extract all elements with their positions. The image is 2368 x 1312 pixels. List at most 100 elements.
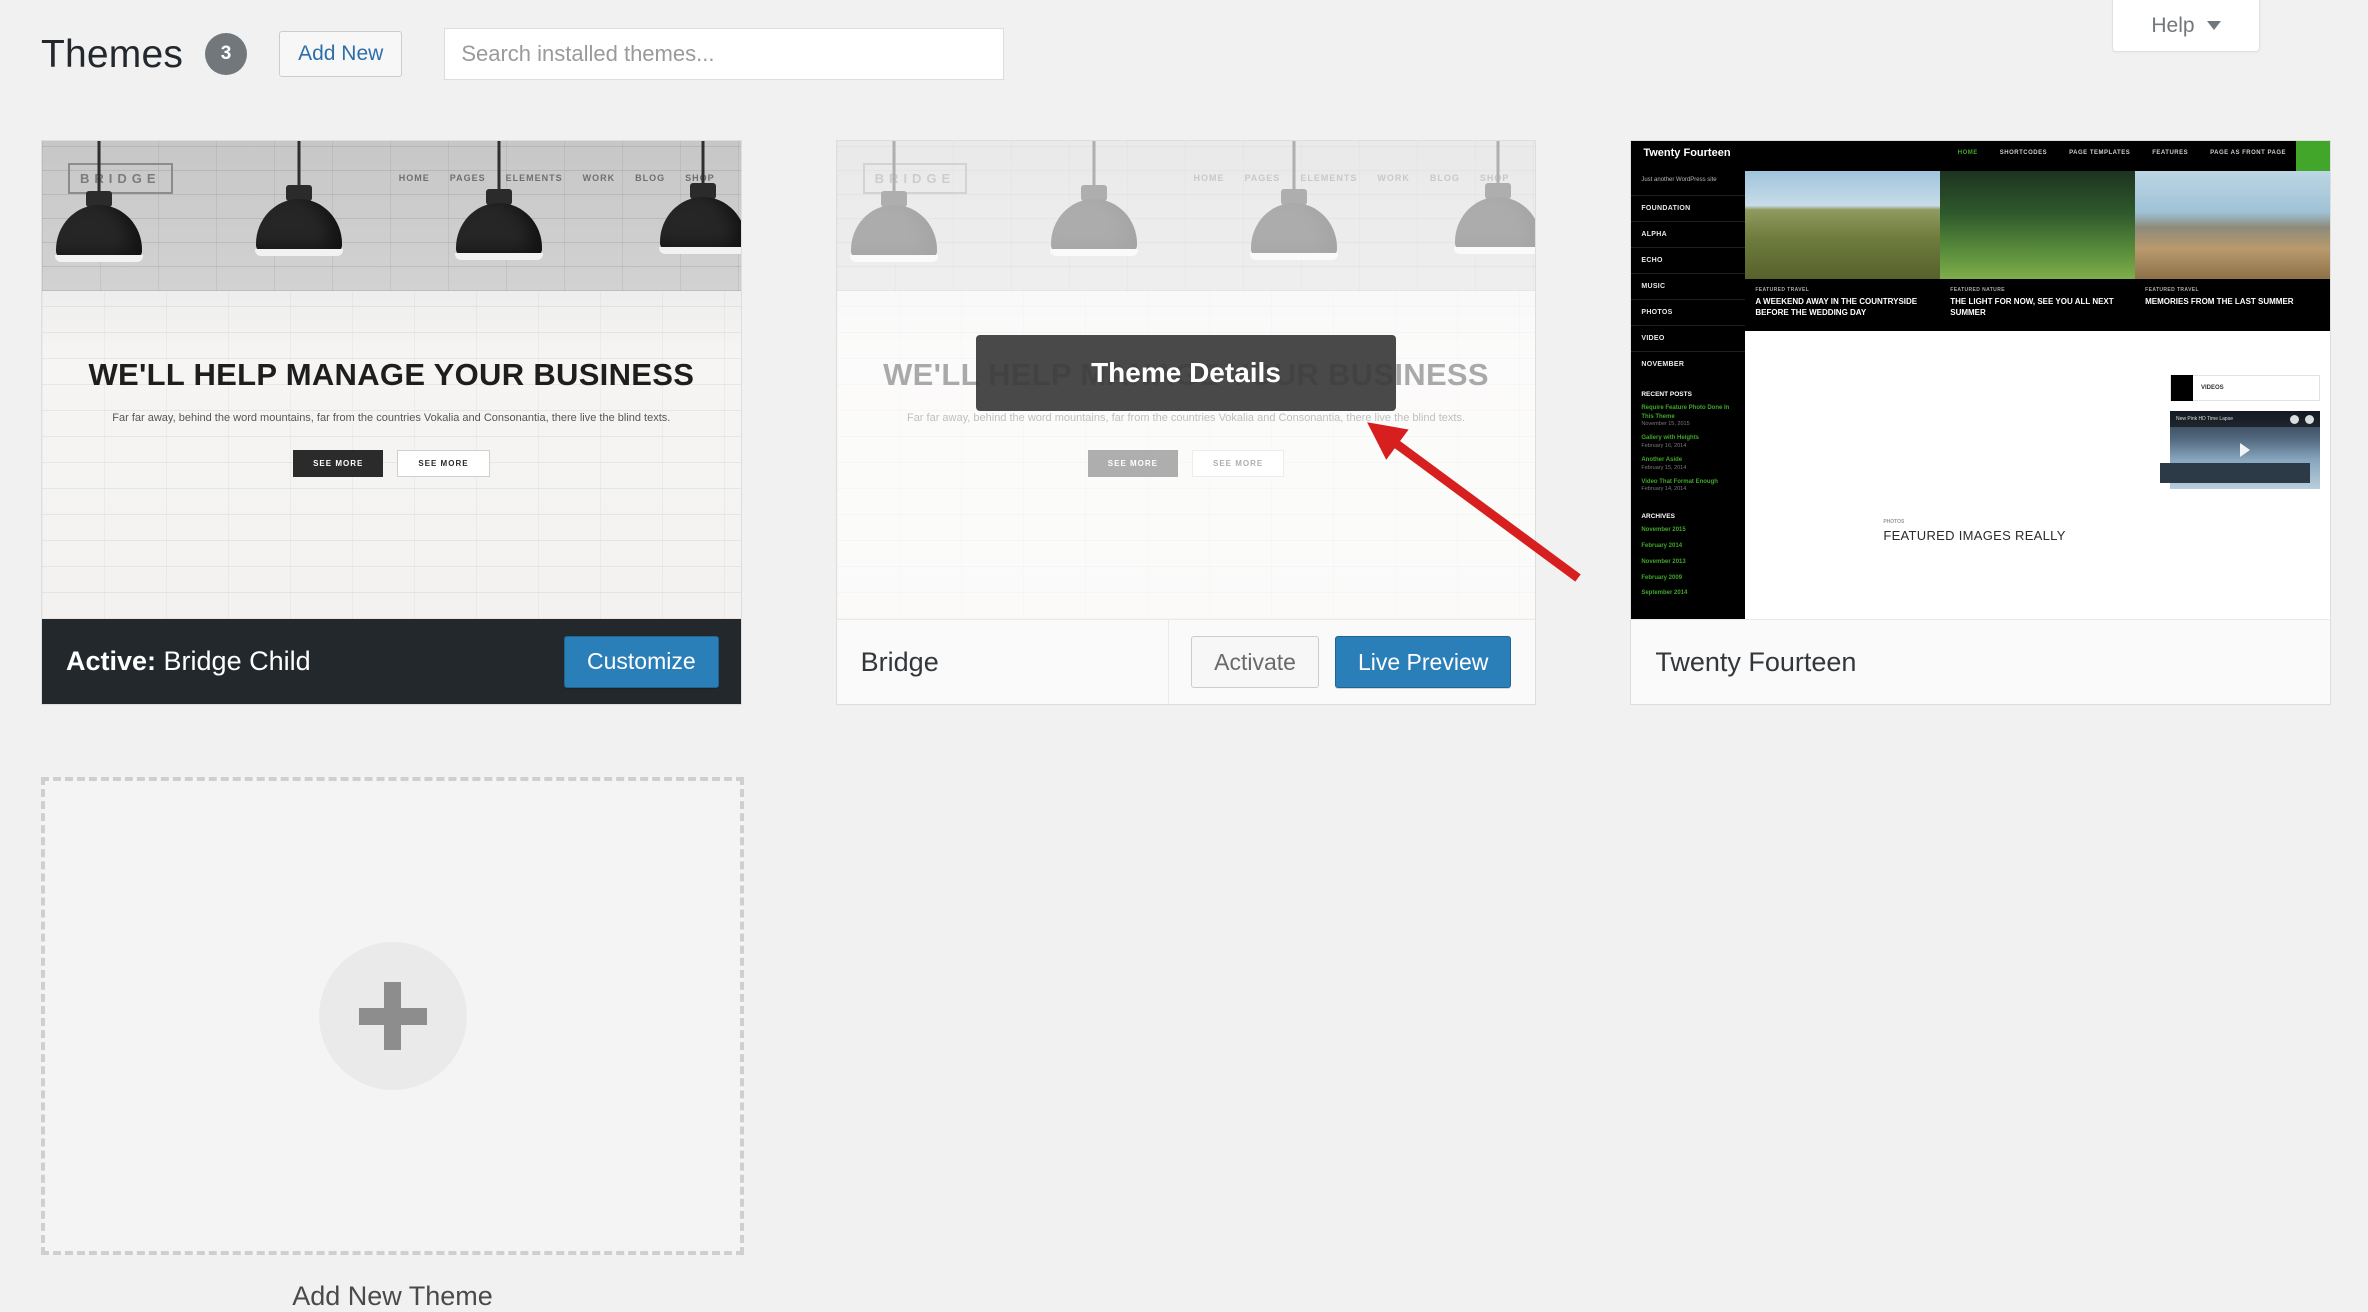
tf-menu-item: SHORTCODES xyxy=(1999,150,2048,156)
theme-card-bridge-child[interactable]: BRIDGE HOME PAGES ELEMENTS WORK BLOG SHO… xyxy=(41,140,742,705)
tf-post-title: Video That Format Enough xyxy=(1641,478,1718,485)
tf-featured-post: FEATURED TRAVEL MEMORIES FROM THE LAST S… xyxy=(2135,171,2331,331)
theme-name: Twenty Fourteen xyxy=(1655,646,1857,677)
add-new-theme-card[interactable] xyxy=(41,777,744,1255)
tf-videos-label: VIDEOS xyxy=(2201,385,2224,391)
tf-archive-item: February 2014 xyxy=(1641,543,1683,550)
theme-screenshot[interactable]: BRIDGE HOME PAGES ELEMENTS WORK BLOG SHO… xyxy=(42,141,741,619)
tf-archive-item: November 2015 xyxy=(1641,527,1686,534)
nav-item: HOME xyxy=(398,173,430,183)
hero-headline: WE'LL HELP MANAGE YOUR BUSINESS xyxy=(88,357,695,392)
tf-hero-caption: PHOTOS FEATURED IMAGES REALLY xyxy=(1873,511,2321,551)
tf-menu-item: FEATURES xyxy=(2152,150,2189,156)
nav-item: WORK xyxy=(1377,173,1410,183)
bridge-logo: BRIDGE xyxy=(68,163,173,194)
tf-featured-image xyxy=(1745,171,1941,279)
tf-post-date: November 15, 2015 xyxy=(1641,421,1690,428)
tf-hero-kind: PHOTOS xyxy=(1883,519,1905,525)
tf-featured-post: FEATURED NATURE THE LIGHT FOR NOW, SEE Y… xyxy=(1940,171,2136,331)
tf-tagline: Just another WordPress site xyxy=(1641,177,1717,183)
nav-item: WORK xyxy=(582,173,616,183)
tf-post-title: Another Aside xyxy=(1641,457,1683,464)
tf-nav-item: NOVEMBER xyxy=(1631,351,1746,377)
theme-card-footer: Active: Bridge Child Customize xyxy=(42,619,741,704)
theme-screenshot[interactable]: BRIDGE HOME PAGES ELEMENTS WORK BLOG SHO… xyxy=(836,141,1536,619)
theme-name: Active: Bridge Child xyxy=(66,646,311,677)
customize-button[interactable]: Customize xyxy=(564,635,719,688)
hero-buttons: SEE MORE SEE MORE xyxy=(837,449,1536,477)
theme-screenshot[interactable]: Twenty Fourteen HOME SHORTCODES PAGE TEM… xyxy=(1631,141,2331,619)
hero-button-primary: SEE MORE xyxy=(1087,449,1178,477)
tf-nav-item: ECHO xyxy=(1631,247,1746,273)
nav-item: PAGES xyxy=(449,173,486,183)
active-label: Active: xyxy=(66,646,157,676)
tf-menu-item: PAGE TEMPLATES xyxy=(2069,150,2131,156)
tf-archive-item: November 2013 xyxy=(1641,558,1686,565)
tf-video-title: New Pink HD Time Lapse xyxy=(2176,416,2233,422)
tf-menu-item: HOME xyxy=(1957,150,1978,156)
tf-nav-item: ALPHA xyxy=(1631,221,1746,247)
theme-card-actions: Activate Live Preview xyxy=(1168,620,1512,704)
nav-item: PAGES xyxy=(1244,173,1281,183)
bridge-hero: WE'LL HELP MANAGE YOUR BUSINESS Far far … xyxy=(42,357,741,477)
nav-item: BLOG xyxy=(1429,173,1460,183)
tf-post-title: Gallery with Heights xyxy=(1641,435,1700,442)
tf-featured-image xyxy=(2135,171,2331,279)
tf-featured-image xyxy=(1940,171,2136,279)
plus-icon xyxy=(318,942,467,1090)
tf-recent-posts-title: RECENT POSTS xyxy=(1641,391,1692,398)
theme-card-twenty-fourteen[interactable]: Twenty Fourteen HOME SHORTCODES PAGE TEM… xyxy=(1630,140,2332,705)
add-new-button[interactable]: Add New xyxy=(279,31,403,77)
tf-menu: HOME SHORTCODES PAGE TEMPLATES FEATURES … xyxy=(1958,150,2286,156)
tf-brand: Twenty Fourteen xyxy=(1643,147,1731,159)
twentyfourteen-mock: Twenty Fourteen HOME SHORTCODES PAGE TEM… xyxy=(1631,141,2331,619)
tf-sidebar: Just another WordPress site FOUNDATION A… xyxy=(1631,171,1746,619)
tf-nav-item: PHOTOS xyxy=(1631,299,1746,325)
tf-featured-title: A WEEKEND AWAY IN THE COUNTRYSIDE BEFORE… xyxy=(1755,297,1918,318)
tf-post-date: February 15, 2014 xyxy=(1641,464,1687,471)
tf-nav-item: VIDEO xyxy=(1631,325,1746,351)
theme-card-bridge[interactable]: BRIDGE HOME PAGES ELEMENTS WORK BLOG SHO… xyxy=(835,140,1537,705)
tf-recent-post: Require Feature Photo Done In This Theme… xyxy=(1631,404,1745,434)
hero-button-secondary: SEE MORE xyxy=(1192,449,1285,477)
tf-right-column: VIDEOS New Pink HD Time Lapse xyxy=(2160,375,2321,489)
tf-featured-kind: FEATURED TRAVEL xyxy=(2145,287,2199,293)
search-input[interactable] xyxy=(444,28,1005,80)
search-icon xyxy=(2296,141,2331,171)
help-tab[interactable]: Help xyxy=(2112,0,2260,52)
theme-count-badge: 3 xyxy=(205,33,248,75)
tf-video-icons xyxy=(2290,415,2315,424)
tf-post-date: February 14, 2014 xyxy=(1641,486,1687,493)
live-preview-button[interactable]: Live Preview xyxy=(1334,636,1512,688)
activate-button[interactable]: Activate xyxy=(1191,636,1319,688)
theme-row: BRIDGE HOME PAGES ELEMENTS WORK BLOG SHO… xyxy=(41,140,2332,705)
nav-item: BLOG xyxy=(635,173,666,183)
tf-menu-item: PAGE AS FRONT PAGE xyxy=(2210,150,2287,156)
play-icon xyxy=(2240,443,2251,457)
bridge-logo: BRIDGE xyxy=(862,163,968,194)
tf-post-date: February 16, 2014 xyxy=(1641,443,1687,450)
nav-item: HOME xyxy=(1193,173,1225,183)
theme-row-add: Add New Theme xyxy=(41,777,2331,1312)
tf-recent-post: Another Aside February 15, 2014 xyxy=(1631,456,1745,478)
tf-nav-item: MUSIC xyxy=(1631,273,1746,299)
bridge-nav: HOME PAGES ELEMENTS WORK BLOG SHOP xyxy=(1193,173,1509,183)
hero-subtext: Far far away, behind the word mountains,… xyxy=(906,412,1466,424)
theme-title: Bridge Child xyxy=(163,646,311,676)
theme-grid: BRIDGE HOME PAGES ELEMENTS WORK BLOG SHO… xyxy=(41,140,2332,1312)
tf-post-title: Require Feature Photo Done In This Theme xyxy=(1641,405,1730,420)
tf-recent-post: Video That Format Enough February 14, 20… xyxy=(1631,478,1745,500)
hero-buttons: SEE MORE SEE MORE xyxy=(42,449,741,477)
theme-card-footer: Twenty Fourteen xyxy=(1631,619,2331,704)
page-header: Themes 3 Add New xyxy=(41,28,1005,80)
tf-archive-item: February 2009 xyxy=(1641,574,1683,581)
hero-button-primary: SEE MORE xyxy=(293,449,384,477)
tf-hero-title: FEATURED IMAGES REALLY xyxy=(1883,528,2066,543)
bridge-nav: HOME PAGES ELEMENTS WORK BLOG SHOP xyxy=(399,173,715,183)
tf-main: PHOTOS FEATURED IMAGES REALLY VIDEOS New… xyxy=(1745,331,2331,619)
theme-details-button[interactable]: Theme Details xyxy=(976,335,1396,411)
tf-videos-widget: VIDEOS xyxy=(2170,375,2321,401)
nav-item: SHOP xyxy=(685,173,715,183)
tf-sidebar-nav: FOUNDATION ALPHA ECHO MUSIC PHOTOS VIDEO… xyxy=(1631,195,1746,377)
tf-featured-kind: FEATURED TRAVEL xyxy=(1755,287,1810,293)
